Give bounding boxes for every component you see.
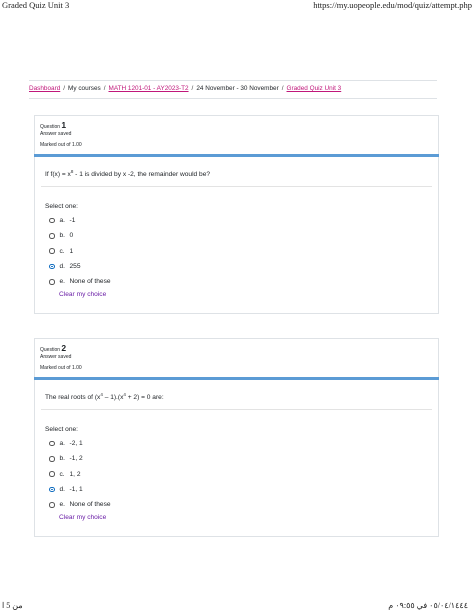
- answer-option-c[interactable]: c. 1: [49, 244, 111, 259]
- question-mark: Marked out of 1.00: [40, 365, 82, 371]
- breadcrumb: Dashboard / My courses / MATH 1201-01 - AY20…: [29, 80, 437, 99]
- radio-button[interactable]: [49, 502, 55, 508]
- print-header-url: https://my.uopeople.edu/mod/quiz/attempt…: [313, 0, 472, 10]
- breadcrumb-separator: /: [281, 85, 284, 92]
- question-number-value: 2: [61, 343, 67, 353]
- question-number: Question 2: [40, 343, 82, 353]
- question-text: If f(x) = x8 - 1 is divided by x -2, the…: [45, 169, 210, 178]
- option-text: -1: [69, 217, 76, 225]
- answer-option-e[interactable]: e. None of these: [49, 274, 111, 289]
- radio-button[interactable]: [49, 456, 55, 462]
- answer-option-d[interactable]: d. 255: [49, 259, 111, 274]
- breadcrumb-week: 24 November - 30 November: [196, 85, 279, 92]
- question-text-part: – 1).(x: [102, 394, 124, 402]
- breadcrumb-separator: /: [63, 85, 66, 92]
- question-accent-bar: [34, 154, 439, 157]
- answer-option-d[interactable]: d. -1, 1: [49, 482, 111, 497]
- question-card-2: Question 2 Answer saved Marked out of 1.…: [34, 338, 439, 537]
- answer-option-e[interactable]: e. None of these: [49, 497, 111, 512]
- radio-button-selected[interactable]: [49, 263, 55, 270]
- print-footer-datetime: ٠٥/٠٤/١٤٤٤ في ٠٩:٥٥ م: [388, 601, 468, 610]
- option-text: -2, 1: [69, 440, 83, 448]
- option-text: -1, 1: [69, 486, 83, 494]
- print-header: Graded Quiz Unit 3 https://my.uopeople.e…: [0, 0, 474, 12]
- answer-option-c[interactable]: c. 1, 2: [49, 467, 111, 482]
- select-one-label: Select one:: [45, 203, 78, 210]
- question-info: Question 2 Answer saved Marked out of 1.…: [40, 343, 82, 371]
- option-text: None of these: [69, 501, 111, 509]
- clear-my-choice-link[interactable]: Clear my choice: [59, 514, 106, 521]
- print-footer: من 5 ا ٠٥/٠٤/١٤٤٤ في ٠٩:٥٥ م: [0, 598, 474, 610]
- print-footer-page: من 5 ا: [2, 601, 23, 610]
- question-state: Answer saved: [40, 131, 72, 137]
- breadcrumb-dashboard-link[interactable]: Dashboard: [29, 85, 60, 92]
- breadcrumb-separator: /: [103, 85, 106, 92]
- question-text-part: If f(x) = x: [45, 171, 71, 179]
- breadcrumb-quiz-link[interactable]: Graded Quiz Unit 3: [287, 85, 342, 92]
- clear-my-choice-link[interactable]: Clear my choice: [59, 291, 106, 298]
- answer-option-a[interactable]: a. -2, 1: [49, 436, 111, 451]
- radio-button-selected[interactable]: [49, 486, 55, 493]
- option-letter: a.: [59, 440, 66, 448]
- option-letter: b.: [59, 232, 66, 240]
- question-number: Question 1: [40, 120, 82, 130]
- breadcrumb-course-link[interactable]: MATH 1201-01 - AY2023-T2: [109, 85, 189, 92]
- answer-options: a. -1 b. 0 c. 1 d. 255 e. None of these: [49, 213, 111, 289]
- option-text: 1, 2: [69, 470, 81, 478]
- option-letter: c.: [59, 470, 65, 478]
- option-letter: d.: [59, 263, 66, 271]
- question-label: Question: [40, 124, 61, 130]
- answer-option-b[interactable]: b. -1, 2: [49, 451, 111, 466]
- answer-option-a[interactable]: a. -1: [49, 213, 111, 228]
- option-letter: c.: [59, 247, 65, 255]
- divider: [41, 409, 432, 410]
- option-text: None of these: [69, 278, 111, 286]
- question-text-part: - 1 is divided by x -2, the remainder wo…: [73, 171, 211, 179]
- option-text: 0: [69, 232, 74, 240]
- breadcrumb-separator: /: [191, 85, 194, 92]
- radio-button[interactable]: [49, 217, 55, 224]
- option-letter: e.: [59, 501, 66, 509]
- question-text-part: The real roots of (x: [45, 394, 101, 402]
- option-letter: e.: [59, 278, 66, 286]
- option-text: -1, 2: [69, 455, 83, 463]
- radio-button[interactable]: [49, 440, 55, 447]
- option-text: 1: [69, 247, 74, 255]
- question-text-part: + 2) = 0 are:: [125, 394, 164, 402]
- divider: [41, 186, 432, 187]
- select-one-label: Select one:: [45, 426, 78, 433]
- question-text: The real roots of (x4 – 1).(x4 + 2) = 0 …: [45, 392, 164, 401]
- question-info: Question 1 Answer saved Marked out of 1.…: [40, 120, 82, 148]
- radio-button[interactable]: [49, 471, 55, 477]
- radio-button[interactable]: [49, 279, 55, 285]
- question-number-value: 1: [61, 120, 67, 130]
- breadcrumb-my-courses: My courses: [68, 85, 101, 92]
- print-header-title: Graded Quiz Unit 3: [2, 0, 70, 10]
- question-card-1: Question 1 Answer saved Marked out of 1.…: [34, 115, 439, 314]
- question-accent-bar: [34, 377, 439, 380]
- option-letter: a.: [59, 217, 66, 225]
- option-letter: d.: [59, 486, 66, 494]
- question-label: Question: [40, 347, 61, 353]
- answer-option-b[interactable]: b. 0: [49, 228, 111, 243]
- radio-button[interactable]: [49, 233, 55, 239]
- answer-options: a. -2, 1 b. -1, 2 c. 1, 2 d. -1, 1 e. None of…: [49, 436, 111, 512]
- option-text: 255: [69, 263, 81, 271]
- question-mark: Marked out of 1.00: [40, 142, 82, 148]
- option-letter: b.: [59, 455, 66, 463]
- radio-button[interactable]: [49, 248, 55, 254]
- question-state: Answer saved: [40, 354, 72, 360]
